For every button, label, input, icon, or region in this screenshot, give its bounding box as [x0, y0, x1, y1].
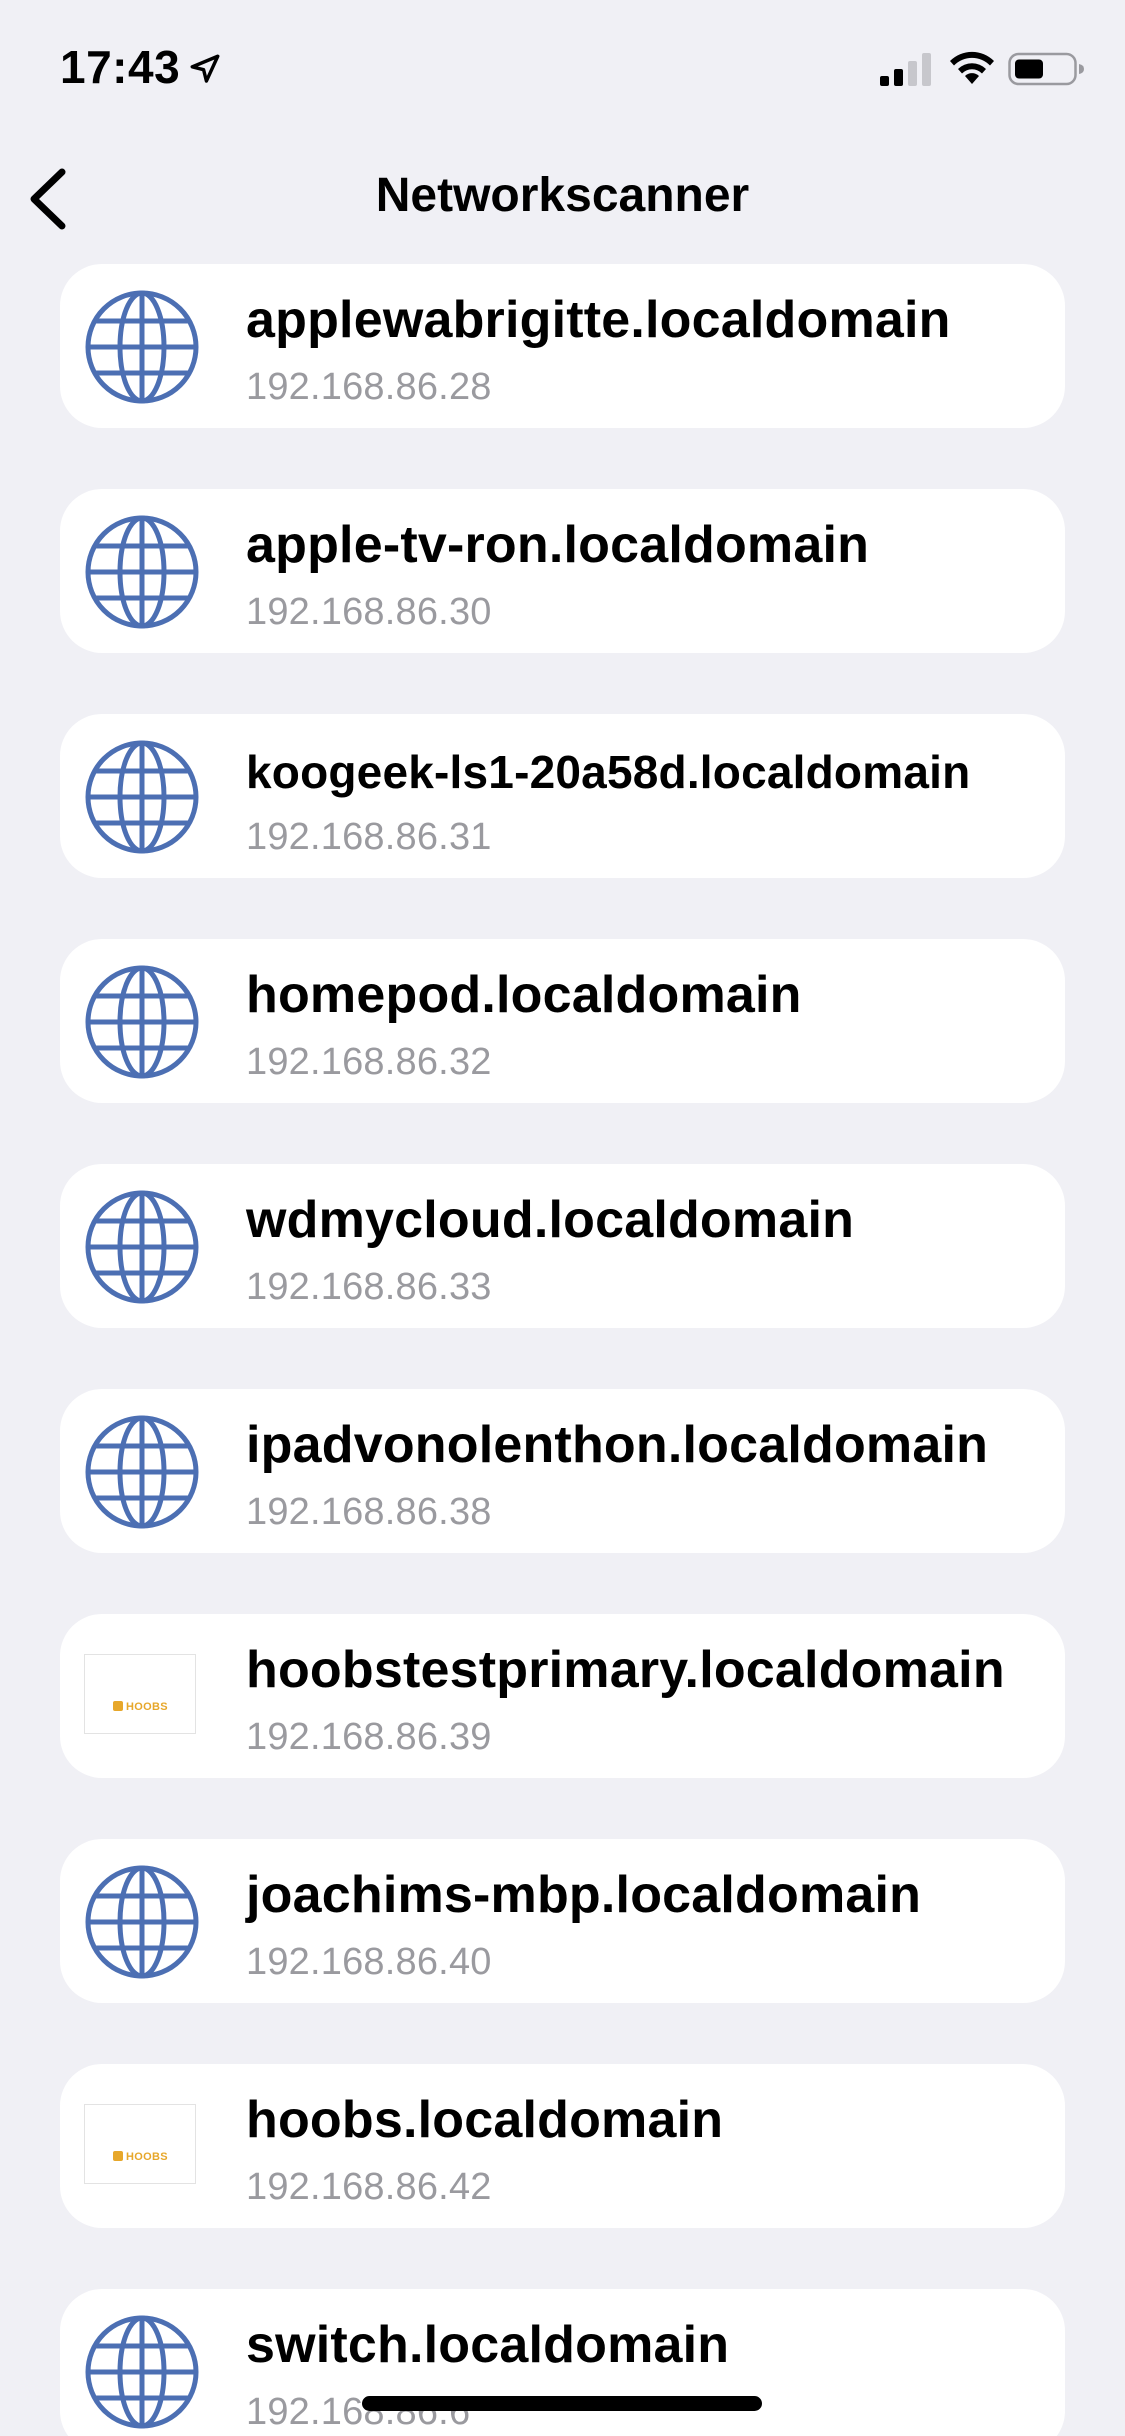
device-hostname: koogeek-ls1-20a58d.localdomain: [246, 746, 971, 798]
device-list-item[interactable]: switch.localdomain 192.168.86.6: [60, 2289, 1065, 2436]
device-hostname: applewabrigitte.localdomain: [246, 291, 951, 349]
device-list-item[interactable]: ipadvonolenthon.localdomain 192.168.86.3…: [60, 1389, 1065, 1553]
networkscanner-screen: 17:43 Networkscanner applewabrigitte.loc…: [0, 0, 1125, 2436]
device-hostname: joachims-mbp.localdomain: [246, 1866, 922, 1924]
cellular-signal-icon: [880, 53, 931, 86]
device-list-item[interactable]: joachims-mbp.localdomain 192.168.86.40: [60, 1839, 1065, 2003]
device-hostname: hoobs.localdomain: [246, 2091, 724, 2149]
wifi-icon: [950, 51, 994, 84]
status-bar: 17:43: [0, 0, 1125, 140]
device-list-item[interactable]: koogeek-ls1-20a58d.localdomain 192.168.8…: [60, 714, 1065, 878]
device-list-item[interactable]: HOOBS hoobstestprimary.localdomain 192.1…: [60, 1614, 1065, 1778]
device-hostname: apple-tv-ron.localdomain: [246, 516, 870, 574]
globe-icon: [84, 514, 200, 630]
hoobs-logo: HOOBS: [84, 2104, 196, 2184]
device-ip: 192.168.86.33: [246, 1266, 492, 1308]
device-hostname: switch.localdomain: [246, 2316, 730, 2374]
device-ip: 192.168.86.39: [246, 1716, 492, 1758]
battery-icon: [1008, 52, 1084, 86]
status-time: 17:43: [60, 41, 181, 93]
device-ip: 192.168.86.42: [246, 2166, 492, 2208]
device-hostname: homepod.localdomain: [246, 966, 802, 1024]
device-list-item[interactable]: HOOBS hoobs.localdomain 192.168.86.42: [60, 2064, 1065, 2228]
device-list-item[interactable]: applewabrigitte.localdomain 192.168.86.2…: [60, 264, 1065, 428]
device-ip: 192.168.86.38: [246, 1491, 492, 1533]
hoobs-logo-text: HOOBS: [113, 1701, 168, 1713]
globe-icon: [84, 1864, 200, 1980]
globe-icon: [84, 739, 200, 855]
device-list-item[interactable]: wdmycloud.localdomain 192.168.86.33: [60, 1164, 1065, 1328]
globe-icon: [84, 1414, 200, 1530]
navigation-bar: Networkscanner: [0, 140, 1125, 258]
hoobs-logo-text: HOOBS: [113, 2151, 168, 2163]
device-ip: 192.168.86.40: [246, 1941, 492, 1983]
device-hostname: ipadvonolenthon.localdomain: [246, 1416, 989, 1474]
device-list-item[interactable]: homepod.localdomain 192.168.86.32: [60, 939, 1065, 1103]
device-list-item[interactable]: apple-tv-ron.localdomain 192.168.86.30: [60, 489, 1065, 653]
page-title: Networkscanner: [375, 169, 750, 222]
home-indicator[interactable]: [362, 2396, 762, 2411]
location-arrow-icon: [190, 54, 220, 83]
device-list: applewabrigitte.localdomain 192.168.86.2…: [60, 264, 1065, 2436]
device-ip: 192.168.86.31: [246, 816, 492, 858]
device-hostname: wdmycloud.localdomain: [246, 1191, 855, 1249]
globe-icon: [84, 2314, 200, 2430]
device-ip: 192.168.86.32: [246, 1041, 492, 1083]
globe-icon: [84, 964, 200, 1080]
hoobs-logo: HOOBS: [84, 1654, 196, 1734]
device-hostname: hoobstestprimary.localdomain: [246, 1641, 1005, 1699]
globe-icon: [84, 1189, 200, 1305]
device-ip: 192.168.86.28: [246, 366, 492, 408]
globe-icon: [84, 289, 200, 405]
device-ip: 192.168.86.30: [246, 591, 492, 633]
